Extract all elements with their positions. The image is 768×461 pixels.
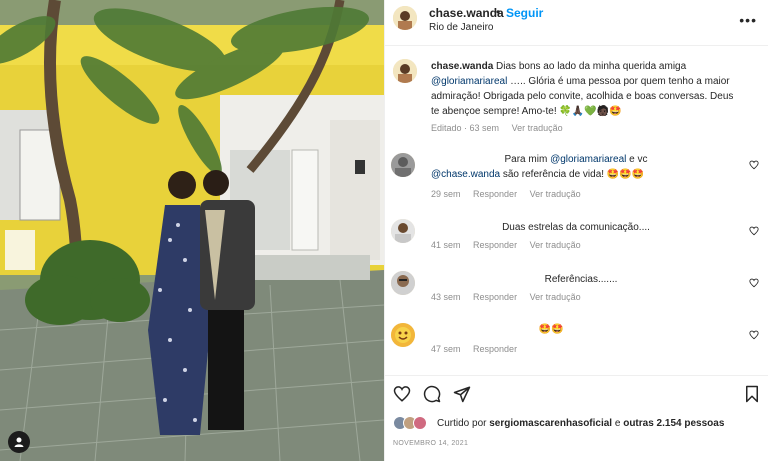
comment-meta: 29 sem Responder Ver tradução — [431, 189, 591, 199]
comment-item: 🤩🤩 47 sem Responder — [385, 322, 768, 362]
comment-text: Duas estrelas da comunicação.... — [502, 222, 650, 233]
avatar[interactable] — [391, 271, 415, 295]
comment-time: 43 sem — [431, 292, 461, 302]
action-bar — [385, 375, 768, 409]
heart-icon[interactable] — [393, 385, 411, 403]
heart-icon[interactable] — [749, 226, 759, 236]
comment-meta: 43 sem Responder Ver tradução — [431, 292, 591, 302]
post-date[interactable]: NOVEMBRO 14, 2021 — [393, 440, 468, 447]
post-username[interactable]: chase.wanda — [429, 6, 504, 20]
post-image — [0, 0, 384, 461]
comment-item: Referências....... 43 sem Responder Ver … — [385, 270, 768, 310]
comment-meta: 41 sem Responder Ver tradução — [431, 240, 591, 250]
comment-mention[interactable]: @chase.wanda — [431, 169, 500, 180]
avatar[interactable] — [393, 6, 417, 30]
avatar[interactable] — [391, 323, 415, 347]
likes-others-link[interactable]: outras 2.154 pessoas — [623, 418, 724, 429]
post-header: chase.wanda • Seguir Rio de Janeiro ••• — [385, 0, 768, 46]
heart-icon[interactable] — [749, 278, 759, 288]
avatar — [413, 416, 427, 430]
comment-emojis: 🤩🤩 — [538, 324, 564, 335]
comment-time: 41 sem — [431, 240, 461, 250]
follow-button[interactable]: Seguir — [506, 6, 543, 20]
avatar[interactable] — [391, 153, 415, 177]
translate-link[interactable]: Ver tradução — [530, 189, 581, 199]
comment-text: Referências....... — [544, 274, 618, 285]
caption-emojis: 🍀🙏🏿💚🧑🏿🤩 — [559, 106, 622, 117]
caption-body-start: Dias bons ao lado da minha querida amiga — [496, 61, 687, 72]
comment-emojis: 🤩🤩🤩 — [606, 169, 645, 180]
liker-username[interactable]: sergiomascarenhasoficial — [489, 418, 612, 429]
caption-meta: Editado · 63 sem Ver tradução — [431, 123, 573, 133]
comment-text: Para mim @gloriamariareal e vc @chase.wa… — [431, 152, 731, 182]
reply-button[interactable]: Responder — [473, 240, 517, 250]
separator-dot: • — [496, 5, 501, 19]
post-caption: chase.wanda Dias bons ao lado da minha q… — [385, 57, 768, 137]
likes-conjunction: e — [612, 418, 624, 429]
reply-button[interactable]: Responder — [473, 292, 517, 302]
post-location[interactable]: Rio de Janeiro — [429, 22, 493, 33]
heart-icon[interactable] — [749, 330, 759, 340]
reply-button[interactable]: Responder — [473, 344, 517, 354]
caption-edited-time: Editado · 63 sem — [431, 123, 500, 133]
comment-item: Para mim @gloriamariareal e vc @chase.wa… — [385, 152, 768, 204]
comment-mention[interactable]: @gloriamariareal — [550, 154, 626, 165]
bookmark-icon[interactable] — [743, 385, 761, 403]
heart-icon[interactable] — [749, 160, 759, 170]
liker-avatars[interactable] — [393, 415, 433, 431]
likes-summary: Curtido por sergiomascarenhasoficial e o… — [437, 418, 724, 429]
comment-meta: 47 sem Responder — [431, 344, 527, 354]
comment-text-part: Para mim — [504, 154, 551, 165]
comment-text-part: são referência de vida! — [500, 169, 605, 180]
comment-time: 47 sem — [431, 344, 461, 354]
caption-username[interactable]: chase.wanda — [431, 61, 493, 72]
translate-link[interactable]: Ver tradução — [530, 240, 581, 250]
post-panel: chase.wanda • Seguir Rio de Janeiro ••• … — [384, 0, 768, 461]
comment-text-part: e vc — [626, 154, 648, 165]
comment-item: Duas estrelas da comunicação.... 41 sem … — [385, 218, 768, 258]
comment-icon[interactable] — [423, 385, 441, 403]
tagged-user-icon[interactable] — [8, 431, 30, 453]
likes-prefix: Curtido por — [437, 418, 490, 429]
comment-time: 29 sem — [431, 189, 461, 199]
likes-row: Curtido por sergiomascarenhasoficial e o… — [385, 413, 768, 433]
avatar[interactable] — [393, 59, 417, 83]
share-icon[interactable] — [453, 385, 471, 403]
caption-mention[interactable]: @gloriamariareal — [431, 76, 507, 87]
reply-button[interactable]: Responder — [473, 189, 517, 199]
translate-link[interactable]: Ver tradução — [512, 123, 563, 133]
post-photo[interactable] — [0, 0, 384, 461]
avatar[interactable] — [391, 219, 415, 243]
more-horizontal-icon[interactable]: ••• — [739, 12, 757, 28]
caption-text: chase.wanda Dias bons ao lado da minha q… — [431, 59, 743, 119]
translate-link[interactable]: Ver tradução — [530, 292, 581, 302]
